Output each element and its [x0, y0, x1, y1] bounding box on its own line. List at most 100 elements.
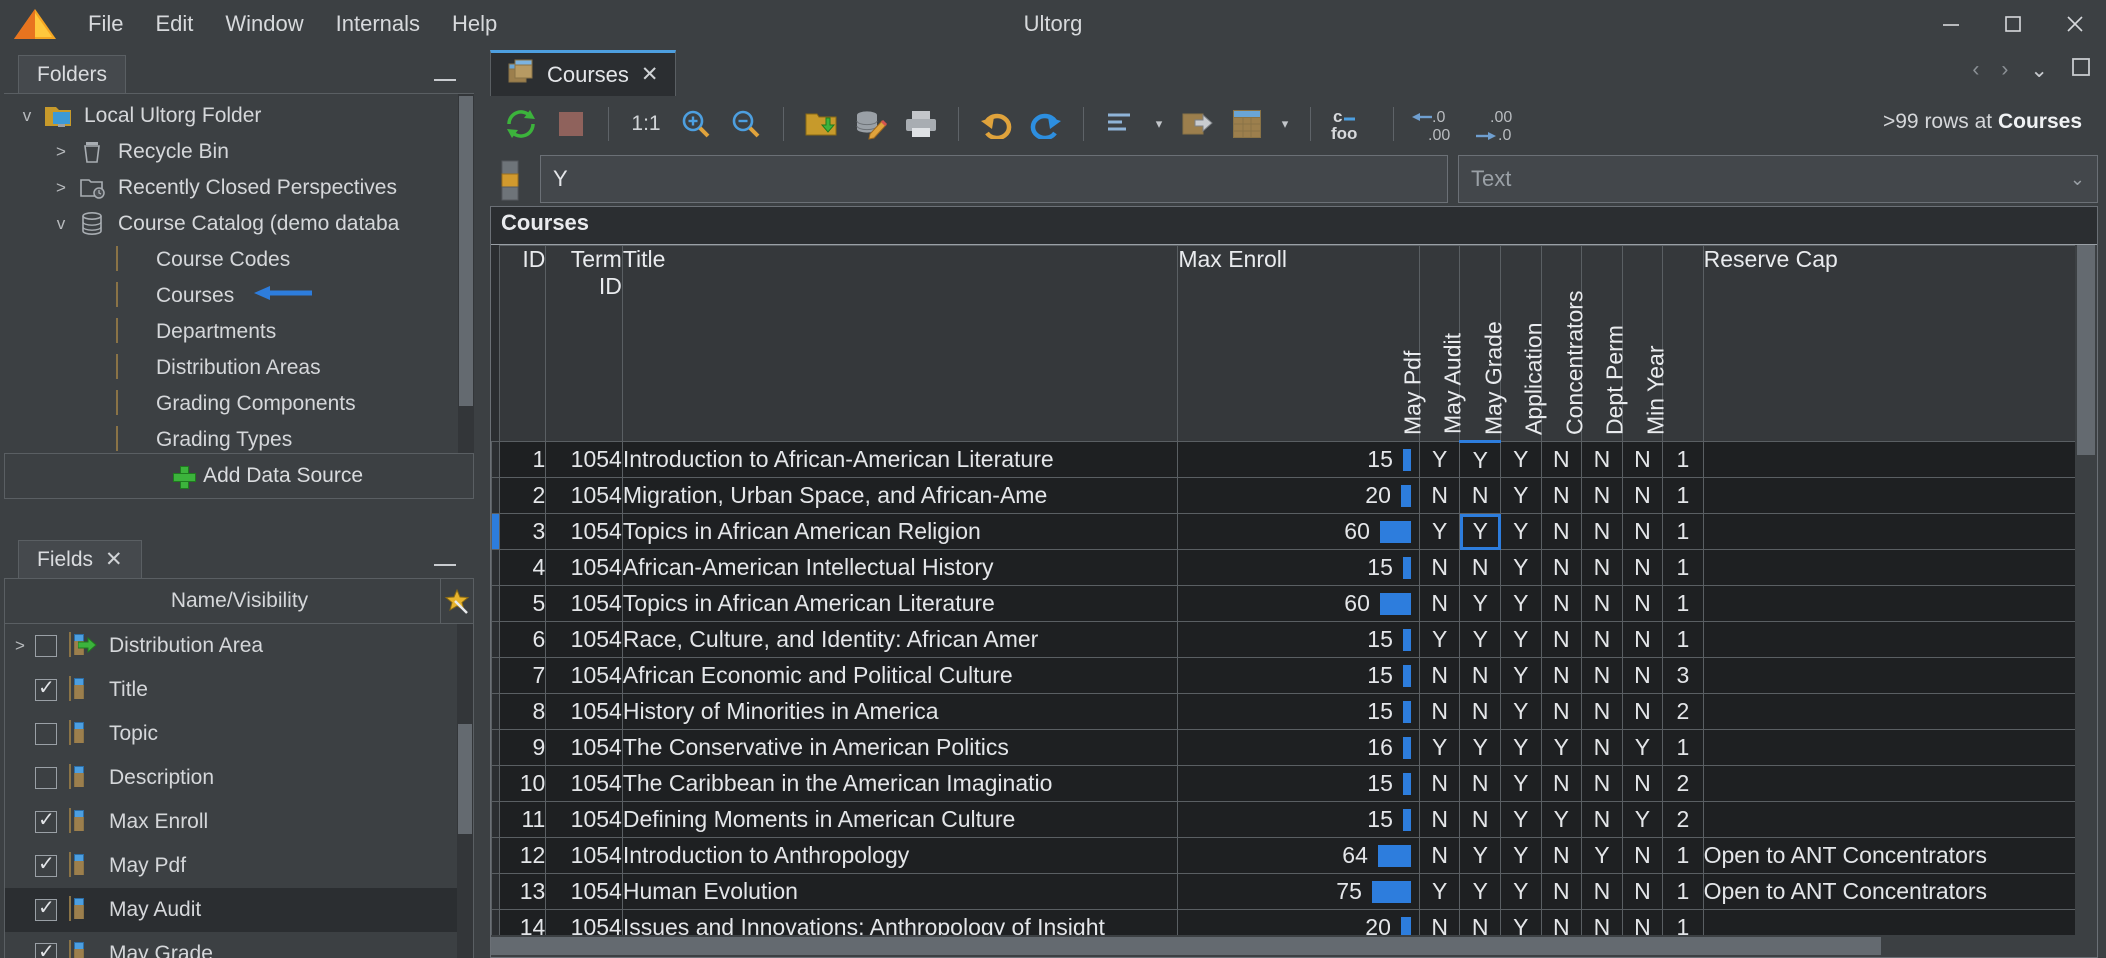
cell-dept-perm[interactable]: N: [1621, 477, 1664, 514]
cell-application[interactable]: N: [1540, 765, 1583, 802]
tree-item-grading-components[interactable]: Grading Components: [4, 386, 474, 422]
cell-max-enroll[interactable]: 20: [1177, 477, 1420, 514]
tree-item-departments[interactable]: Departments: [4, 314, 474, 350]
table-row[interactable]: 11 1054 Defining Moments in American Cultu…: [491, 801, 2097, 838]
rename-column-icon[interactable]: c foo: [1325, 101, 1379, 147]
cell-may-grade[interactable]: Y: [1500, 729, 1542, 766]
cell-dept-perm[interactable]: N: [1621, 693, 1664, 730]
field-item-description[interactable]: Description: [5, 756, 473, 800]
cell-application[interactable]: N: [1540, 873, 1583, 910]
cell-max-enroll[interactable]: 15: [1177, 657, 1420, 694]
row-selector[interactable]: [491, 765, 500, 802]
cell-may-grade[interactable]: Y: [1500, 441, 1542, 478]
cell-concentrators[interactable]: N: [1581, 729, 1623, 766]
cell-id[interactable]: 3: [498, 513, 547, 550]
cell-title[interactable]: History of Minorities in America: [621, 693, 1179, 730]
cell-title[interactable]: Human Evolution: [621, 873, 1179, 910]
add-data-source-button[interactable]: Add Data Source: [4, 453, 474, 499]
type-selector[interactable]: Text ⌄: [1458, 155, 2098, 203]
cell-min-year[interactable]: 2: [1662, 801, 1704, 838]
cell-application[interactable]: Y: [1540, 729, 1583, 766]
edit-database-icon[interactable]: [848, 101, 894, 147]
cell-may-pdf[interactable]: Y: [1418, 729, 1461, 766]
row-selector[interactable]: [491, 873, 500, 910]
cell-reserve-cap[interactable]: [1702, 585, 2097, 622]
cell-title[interactable]: Race, Culture, and Identity: African Ame…: [621, 621, 1179, 658]
row-selector[interactable]: [491, 585, 500, 622]
table-view-icon[interactable]: [1224, 101, 1270, 147]
folders-tab[interactable]: Folders: [18, 55, 127, 93]
table-row[interactable]: 13 1054 Human Evolution 75 Y Y Y N N N 1 Open to AN…: [491, 873, 2097, 910]
cell-may-pdf[interactable]: Y: [1418, 513, 1461, 550]
folders-minimize-icon[interactable]: [434, 65, 456, 81]
cell-dept-perm[interactable]: N: [1621, 585, 1664, 622]
chevron-right-icon[interactable]: >: [44, 178, 78, 198]
cell-term-id[interactable]: 1054: [545, 441, 623, 478]
field-item-max-enroll[interactable]: Max Enroll: [5, 800, 473, 844]
cell-may-grade[interactable]: Y: [1500, 693, 1542, 730]
row-selector[interactable]: [491, 441, 500, 478]
cell-reserve-cap[interactable]: [1702, 513, 2097, 550]
fields-column-header[interactable]: Name/Visibility: [4, 578, 474, 624]
cell-may-audit[interactable]: N: [1459, 657, 1502, 694]
tree-item-recently-closed-perspectives[interactable]: > Recently Closed Perspectives: [4, 170, 474, 206]
chevron-right-icon[interactable]: ›: [2001, 58, 2008, 82]
cell-max-enroll[interactable]: 15: [1177, 693, 1420, 730]
row-selector[interactable]: [491, 729, 500, 766]
cell-application[interactable]: N: [1540, 621, 1583, 658]
cell-term-id[interactable]: 1054: [545, 513, 623, 550]
cell-title[interactable]: Introduction to African-American Literat…: [621, 441, 1179, 478]
cell-may-pdf[interactable]: N: [1418, 657, 1461, 694]
field-checkbox[interactable]: [35, 895, 57, 921]
cell-max-enroll[interactable]: 60: [1177, 585, 1420, 622]
cell-id[interactable]: 2: [498, 477, 547, 514]
table-row[interactable]: 8 1054 History of Minorities in America 15 N…: [491, 693, 2097, 730]
column-header-min-year[interactable]: Min Year: [1642, 245, 1704, 442]
open-folder-icon[interactable]: [798, 101, 844, 147]
cell-concentrators[interactable]: N: [1581, 801, 1623, 838]
cell-max-enroll[interactable]: 15: [1177, 621, 1420, 658]
cell-concentrators[interactable]: N: [1581, 765, 1623, 802]
stop-icon[interactable]: [548, 101, 594, 147]
cell-min-year[interactable]: 1: [1662, 585, 1704, 622]
cell-may-pdf[interactable]: Y: [1418, 873, 1461, 910]
cell-application[interactable]: N: [1540, 693, 1583, 730]
row-selector[interactable]: [491, 621, 500, 658]
one-to-one-icon[interactable]: 1:1: [623, 101, 669, 147]
cell-concentrators[interactable]: N: [1581, 873, 1623, 910]
cell-concentrators[interactable]: N: [1581, 477, 1623, 514]
refresh-icon[interactable]: [498, 101, 544, 147]
cell-may-audit[interactable]: Y: [1459, 441, 1502, 478]
cell-may-pdf[interactable]: N: [1418, 549, 1461, 586]
export-icon[interactable]: [1174, 101, 1220, 147]
cell-max-enroll[interactable]: 60: [1177, 513, 1420, 550]
cell-may-pdf[interactable]: N: [1418, 837, 1461, 874]
table-row[interactable]: 12 1054 Introduction to Anthropology 64 N Y Y N…: [491, 837, 2097, 874]
cell-may-audit[interactable]: N: [1459, 765, 1502, 802]
cell-dept-perm[interactable]: N: [1621, 837, 1664, 874]
cell-application[interactable]: Y: [1540, 801, 1583, 838]
cell-dept-perm[interactable]: N: [1621, 441, 1664, 478]
cell-id[interactable]: 7: [498, 657, 547, 694]
cell-min-year[interactable]: 1: [1662, 729, 1704, 766]
table-row[interactable]: 6 1054 Race, Culture, and Identity: Africa…: [491, 621, 2097, 658]
field-checkbox[interactable]: [35, 635, 57, 657]
cell-id[interactable]: 8: [498, 693, 547, 730]
cell-term-id[interactable]: 1054: [545, 549, 623, 586]
cell-title[interactable]: The Conservative in American Politics: [621, 729, 1179, 766]
close-icon[interactable]: ✕: [641, 62, 659, 87]
cell-application[interactable]: N: [1540, 477, 1583, 514]
cell-dept-perm[interactable]: N: [1621, 873, 1664, 910]
increase-decimals-icon[interactable]: .00 .0: [1468, 101, 1524, 147]
table-row[interactable]: 9 1054 The Conservative in American Politi…: [491, 729, 2097, 766]
menu-item-edit[interactable]: Edit: [139, 5, 209, 43]
cell-reserve-cap[interactable]: Open to ANT Concentrators: [1702, 873, 2097, 910]
cell-id[interactable]: 5: [498, 585, 547, 622]
zoom-out-icon[interactable]: [723, 101, 769, 147]
folders-scrollbar[interactable]: [458, 94, 474, 453]
row-selector[interactable]: [491, 837, 500, 874]
cell-application[interactable]: N: [1540, 585, 1583, 622]
maximize-button[interactable]: [1982, 0, 2044, 48]
undo-icon[interactable]: [973, 101, 1019, 147]
table-row[interactable]: 3 1054 Topics in African American Religion…: [491, 513, 2097, 550]
